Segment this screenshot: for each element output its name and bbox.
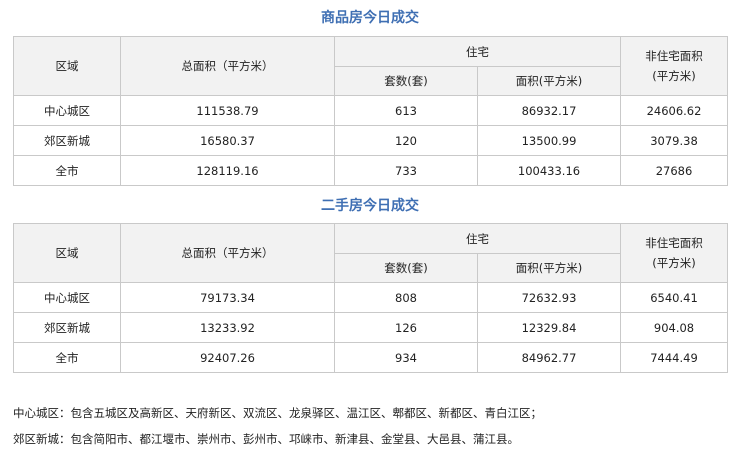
header-sets: 套数(套) bbox=[334, 253, 478, 283]
table-row: 中心城区 79173.34 808 72632.93 6540.41 bbox=[13, 282, 728, 313]
header-total-area: 总面积（平方米） bbox=[120, 36, 335, 96]
note-suburban-district: 郊区新城：包含简阳市、都江堰市、崇州市、彭州市、邛崃市、新津县、金堂县、大邑县、… bbox=[13, 432, 519, 446]
cell-total: 13233.92 bbox=[120, 312, 335, 343]
table-2: 区域 总面积（平方米） 住宅 非住宅面积 (平方米) 套数(套) 面积(平方米)… bbox=[13, 223, 728, 373]
header-non-residential: 非住宅面积 (平方米) bbox=[620, 223, 728, 283]
cell-sets: 613 bbox=[334, 95, 478, 126]
cell-sets: 120 bbox=[334, 125, 478, 156]
cell-area: 84962.77 bbox=[477, 342, 621, 373]
table-1-title: 商品房今日成交 bbox=[321, 10, 419, 26]
table-2-title: 二手房今日成交 bbox=[321, 198, 419, 214]
cell-total: 128119.16 bbox=[120, 155, 335, 186]
cell-non-res: 24606.62 bbox=[620, 95, 728, 126]
cell-sets: 934 bbox=[334, 342, 478, 373]
header-area: 面积(平方米) bbox=[477, 66, 621, 96]
cell-area: 12329.84 bbox=[477, 312, 621, 343]
table-row: 郊区新城 16580.37 120 13500.99 3079.38 bbox=[13, 125, 728, 156]
note-central-district: 中心城区：包含五城区及高新区、天府新区、双流区、龙泉驿区、温江区、郫都区、新都区… bbox=[13, 406, 542, 420]
cell-sets: 733 bbox=[334, 155, 478, 186]
cell-non-res: 7444.49 bbox=[620, 342, 728, 373]
cell-area: 100433.16 bbox=[477, 155, 621, 186]
header-region: 区域 bbox=[13, 36, 121, 96]
cell-region: 郊区新城 bbox=[13, 125, 121, 156]
header-total-area: 总面积（平方米） bbox=[120, 223, 335, 283]
table-row: 郊区新城 13233.92 126 12329.84 904.08 bbox=[13, 312, 728, 343]
header-sets: 套数(套) bbox=[334, 66, 478, 96]
cell-total: 79173.34 bbox=[120, 282, 335, 313]
cell-area: 72632.93 bbox=[477, 282, 621, 313]
cell-area: 86932.17 bbox=[477, 95, 621, 126]
header-non-residential-line2: (平方米) bbox=[652, 256, 696, 270]
cell-region: 全市 bbox=[13, 342, 121, 373]
header-non-residential-line2: (平方米) bbox=[652, 69, 696, 83]
cell-non-res: 904.08 bbox=[620, 312, 728, 343]
cell-non-res: 3079.38 bbox=[620, 125, 728, 156]
cell-total: 16580.37 bbox=[120, 125, 335, 156]
header-residential: 住宅 bbox=[334, 223, 621, 254]
table-row: 全市 128119.16 733 100433.16 27686 bbox=[13, 155, 728, 186]
cell-total: 111538.79 bbox=[120, 95, 335, 126]
cell-region: 全市 bbox=[13, 155, 121, 186]
header-area: 面积(平方米) bbox=[477, 253, 621, 283]
header-non-residential: 非住宅面积 (平方米) bbox=[620, 36, 728, 96]
cell-area: 13500.99 bbox=[477, 125, 621, 156]
cell-sets: 126 bbox=[334, 312, 478, 343]
table-row: 全市 92407.26 934 84962.77 7444.49 bbox=[13, 342, 728, 373]
cell-non-res: 27686 bbox=[620, 155, 728, 186]
table-row: 中心城区 111538.79 613 86932.17 24606.62 bbox=[13, 95, 728, 126]
header-non-residential-line1: 非住宅面积 bbox=[645, 236, 703, 250]
cell-region: 中心城区 bbox=[13, 95, 121, 126]
cell-region: 中心城区 bbox=[13, 282, 121, 313]
cell-total: 92407.26 bbox=[120, 342, 335, 373]
cell-sets: 808 bbox=[334, 282, 478, 313]
header-region: 区域 bbox=[13, 223, 121, 283]
cell-non-res: 6540.41 bbox=[620, 282, 728, 313]
cell-region: 郊区新城 bbox=[13, 312, 121, 343]
header-residential: 住宅 bbox=[334, 36, 621, 67]
header-non-residential-line1: 非住宅面积 bbox=[645, 49, 703, 63]
table-1: 区域 总面积（平方米） 住宅 非住宅面积 (平方米) 套数(套) 面积(平方米)… bbox=[13, 36, 728, 186]
